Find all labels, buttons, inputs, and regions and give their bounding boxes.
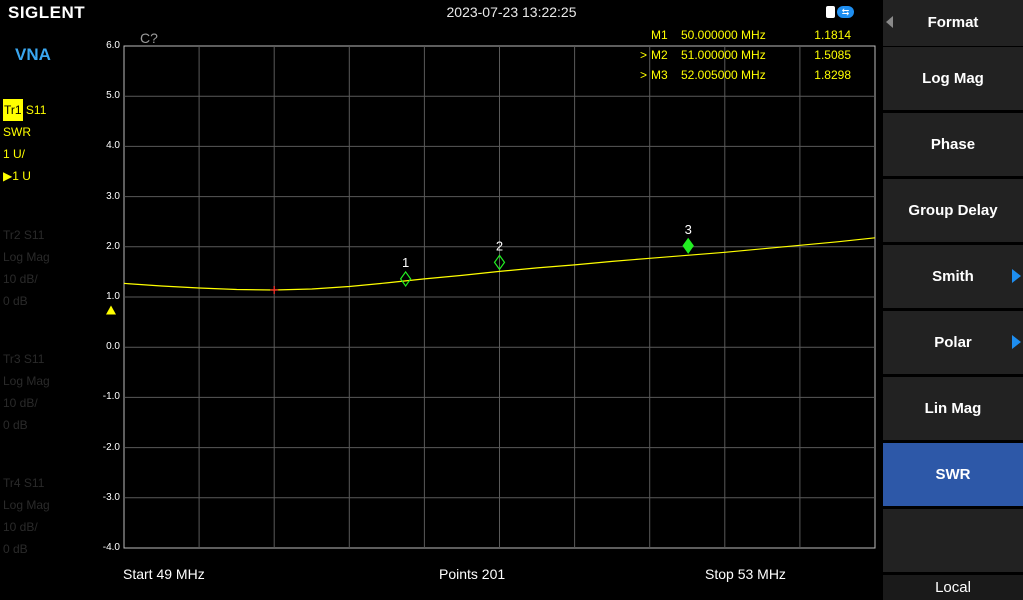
- y-tick-label: 2.0: [106, 240, 120, 252]
- submenu-arrow-icon: [1012, 335, 1021, 349]
- y-tick-label: -1.0: [102, 391, 120, 403]
- menu-item-polar[interactable]: Polar: [883, 311, 1023, 374]
- marker-label: 2: [496, 238, 503, 253]
- menu-item-label: Phase: [930, 136, 976, 153]
- y-tick-label: 3.0: [106, 190, 120, 202]
- y-tick-label: -2.0: [102, 441, 120, 453]
- menu-item-label: Log Mag: [922, 70, 984, 87]
- y-tick-label: 0.0: [106, 341, 120, 353]
- y-tick-label: 1.0: [106, 291, 120, 302]
- marker-diamond: [399, 270, 412, 287]
- menu-item-phase[interactable]: Phase: [883, 113, 1023, 176]
- y-tick-label: -3.0: [102, 491, 120, 503]
- menu-item-label: SWR: [935, 466, 971, 483]
- menu-item-empty: [883, 509, 1023, 572]
- marker-name: M2: [651, 48, 668, 62]
- menu-item-log-mag[interactable]: Log Mag: [883, 47, 1023, 110]
- menu-back-icon[interactable]: [886, 16, 893, 28]
- y-tick-label: -4.0: [102, 542, 120, 553]
- menu-item-smith[interactable]: Smith: [883, 245, 1023, 308]
- marker-label: 3: [685, 222, 692, 237]
- marker-pointer: >: [640, 48, 648, 62]
- menu-title-format[interactable]: Format: [883, 0, 1023, 46]
- marker-table: M1 50.000000 MHz 1.1814 > M2 51.000000 MHz 1.…: [640, 25, 851, 85]
- y-tick-label: 5.0: [106, 90, 120, 102]
- y-tick-label: 6.0: [106, 40, 120, 51]
- menu-item-label: Lin Mag: [924, 400, 982, 417]
- marker-row[interactable]: > M3 52.005000 MHz 1.8298: [640, 65, 851, 85]
- marker-pointer: >: [640, 68, 648, 82]
- start-frequency[interactable]: Start 49 MHz: [123, 566, 205, 582]
- menu-item-lin-mag[interactable]: Lin Mag: [883, 377, 1023, 440]
- marker-freq: 51.000000 MHz: [681, 48, 766, 62]
- sweep-points[interactable]: Points 201: [439, 566, 505, 582]
- local-status[interactable]: Local: [883, 575, 1023, 600]
- submenu-arrow-icon: [1012, 269, 1021, 283]
- marker-freq: 52.005000 MHz: [681, 68, 766, 82]
- marker-name: M3: [651, 68, 668, 82]
- marker-value: 1.1814: [814, 28, 851, 42]
- menu-item-group-delay[interactable]: Group Delay: [883, 179, 1023, 242]
- menu-title-label: Format: [927, 14, 979, 31]
- reference-level-icon: [106, 305, 116, 315]
- menu-item-label: Group Delay: [908, 202, 998, 219]
- marker-value: 1.8298: [814, 68, 851, 82]
- menu-item-label: Polar: [934, 334, 972, 351]
- menu-item-label: Smith: [932, 268, 974, 285]
- swr-chart[interactable]: 1 2 3: [0, 0, 883, 600]
- marker-name: M1: [651, 28, 668, 42]
- marker-label: 1: [402, 255, 409, 270]
- marker-row[interactable]: > M2 51.000000 MHz 1.5085: [640, 45, 851, 65]
- marker-freq: 50.000000 MHz: [681, 28, 766, 42]
- marker-value: 1.5085: [814, 48, 851, 62]
- marker-row[interactable]: M1 50.000000 MHz 1.1814: [640, 25, 851, 45]
- cal-status: C?: [140, 30, 158, 46]
- stop-frequency[interactable]: Stop 53 MHz: [705, 566, 786, 582]
- y-tick-label: 4.0: [106, 140, 120, 152]
- marker-diamond: [682, 237, 694, 254]
- softkey-menu: Format Log Mag Phase Group Delay Smith P…: [883, 0, 1023, 600]
- menu-item-swr[interactable]: SWR: [883, 443, 1023, 506]
